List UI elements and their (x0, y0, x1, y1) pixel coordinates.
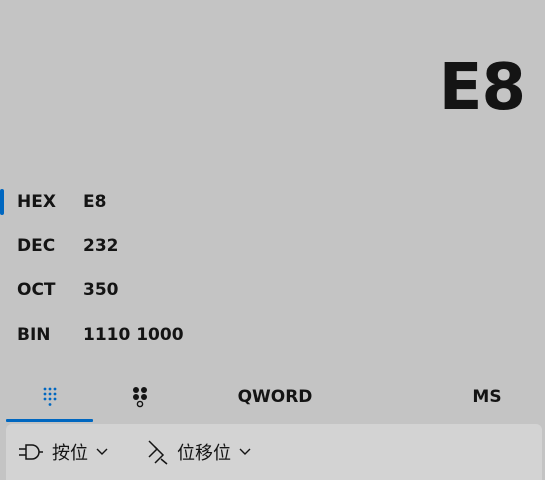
radix-value: 232 (83, 236, 119, 256)
radix-row-bin[interactable]: BIN 1110 1000 (0, 317, 545, 353)
radix-value: E8 (83, 192, 107, 212)
keypad-tabs: QWORD MS (0, 372, 545, 422)
radix-label: DEC (17, 236, 56, 256)
radix-label: BIN (17, 325, 51, 345)
radix-row-hex[interactable]: HEX E8 (0, 184, 545, 220)
bit-shift-icon (147, 439, 169, 465)
logic-gate-icon (18, 443, 44, 461)
tab-bit-toggling-keypad[interactable] (100, 372, 180, 422)
radix-label: OCT (17, 280, 56, 300)
radix-row-oct[interactable]: OCT 350 (0, 272, 545, 308)
dial-pad-icon (42, 387, 58, 407)
radix-value: 350 (83, 280, 119, 300)
bit-shift-dropdown[interactable]: 位移位 (147, 424, 251, 480)
bit-shift-label: 位移位 (177, 443, 231, 464)
result-display: E8 (438, 51, 526, 125)
memory-store-button[interactable]: MS (460, 372, 514, 422)
radix-row-dec[interactable]: DEC 232 (0, 228, 545, 264)
word-size-button[interactable]: QWORD (226, 372, 324, 422)
selected-indicator (0, 189, 4, 215)
operator-toolbar: 按位 位移位 (6, 424, 542, 480)
radix-value: 1110 1000 (83, 325, 184, 345)
chevron-down-icon (239, 448, 251, 456)
tab-full-keypad[interactable] (6, 372, 93, 422)
bit-toggle-icon (131, 386, 149, 408)
bitwise-dropdown[interactable]: 按位 (18, 424, 108, 480)
bitwise-label: 按位 (52, 443, 88, 464)
chevron-down-icon (96, 448, 108, 456)
radix-label: HEX (17, 192, 56, 212)
